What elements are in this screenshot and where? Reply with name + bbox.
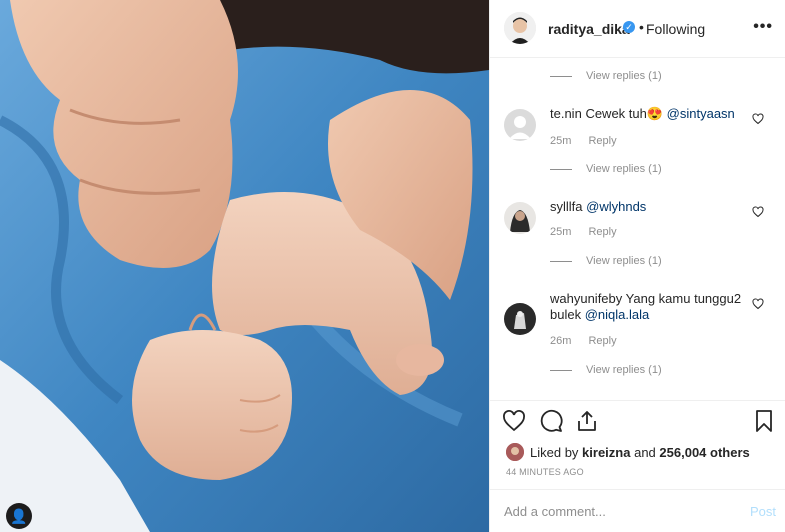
following-button[interactable]: Following [646,21,705,37]
comment-username[interactable]: sylllfa [550,199,583,214]
reply-button[interactable]: Reply [588,135,616,147]
post-photo[interactable]: 👤 [0,0,489,532]
comment-text: te.nin Cewek tuh😍 @sintyaasn [550,106,750,122]
comment-body: Cewek tuh😍 [585,106,664,121]
comment-username[interactable]: te.nin [550,106,582,121]
view-replies-button[interactable]: View replies (1) [550,255,662,267]
view-replies-label: View replies (1) [586,163,662,175]
comment-bubble-icon[interactable] [539,409,563,433]
comment-meta: 25m Reply [550,135,617,147]
liker-username[interactable]: kireizna [582,445,630,460]
like-heart-icon[interactable] [502,409,526,433]
view-replies-label: View replies (1) [586,70,662,82]
user-tag-icon[interactable]: 👤 [6,503,32,529]
reply-button[interactable]: Reply [588,335,616,347]
header-separator: • [639,19,644,35]
view-replies-label: View replies (1) [586,255,662,267]
avatar[interactable] [504,303,536,335]
add-comment-bar: Add a comment... Post [490,489,785,532]
divider [550,75,572,77]
post-header: raditya_dika ✓ • Following ••• [490,0,785,58]
share-icon[interactable] [575,409,599,433]
avatar[interactable] [504,202,536,234]
author-avatar[interactable] [504,12,536,44]
avatar[interactable] [504,109,536,141]
comment-meta: 25m Reply [550,226,617,238]
comment-mention[interactable]: @niqla.lala [585,307,650,322]
likes-count[interactable]: 256,004 others [659,445,749,460]
divider [550,369,572,371]
post-sidebar: raditya_dika ✓ • Following ••• View repl… [489,0,785,532]
like-comment-heart-icon[interactable] [752,206,764,218]
view-replies-button[interactable]: View replies (1) [550,70,662,82]
reply-button[interactable]: Reply [588,226,616,238]
view-replies-button[interactable]: View replies (1) [550,163,662,175]
like-comment-heart-icon[interactable] [752,113,764,125]
bookmark-icon[interactable] [752,409,776,433]
likes-prefix: Liked by [530,444,579,460]
comment-time: 25m [550,135,572,147]
comment-mention[interactable]: @wlyhnds [586,199,646,214]
comments-list[interactable]: View replies (1) te.nin Cewek tuh😍 @sint… [490,57,785,400]
view-replies-button[interactable]: View replies (1) [550,364,662,376]
comment-meta: 26m Reply [550,335,617,347]
photo-illustration [0,0,489,532]
post-timestamp[interactable]: 44 MINUTES AGO [506,467,584,477]
likes-summary: Liked by kireizna and 256,004 others [506,443,750,461]
author-username[interactable]: raditya_dika [548,21,630,37]
divider [550,260,572,262]
view-replies-label: View replies (1) [586,364,662,376]
likes-and: and [634,444,656,460]
post-comment-button[interactable]: Post [750,504,776,519]
comment-time: 25m [550,226,572,238]
divider [550,168,572,170]
verified-badge-icon: ✓ [623,21,635,33]
like-comment-heart-icon[interactable] [752,298,764,310]
comment-username[interactable]: wahyunifeby [550,291,622,306]
add-comment-input[interactable]: Add a comment... [504,504,606,519]
comment-mention[interactable]: @sintyaasn [667,106,735,121]
comment-text: wahyunifeby Yang kamu tunggu2 bulek @niq… [550,291,750,323]
post-actions: Liked by kireizna and 256,004 others 44 … [490,400,785,531]
ellipsis-icon[interactable]: ••• [753,18,773,36]
comment-time: 26m [550,335,572,347]
comment-text: sylllfa @wlyhnds [550,199,750,215]
liker-avatar[interactable] [506,443,524,461]
